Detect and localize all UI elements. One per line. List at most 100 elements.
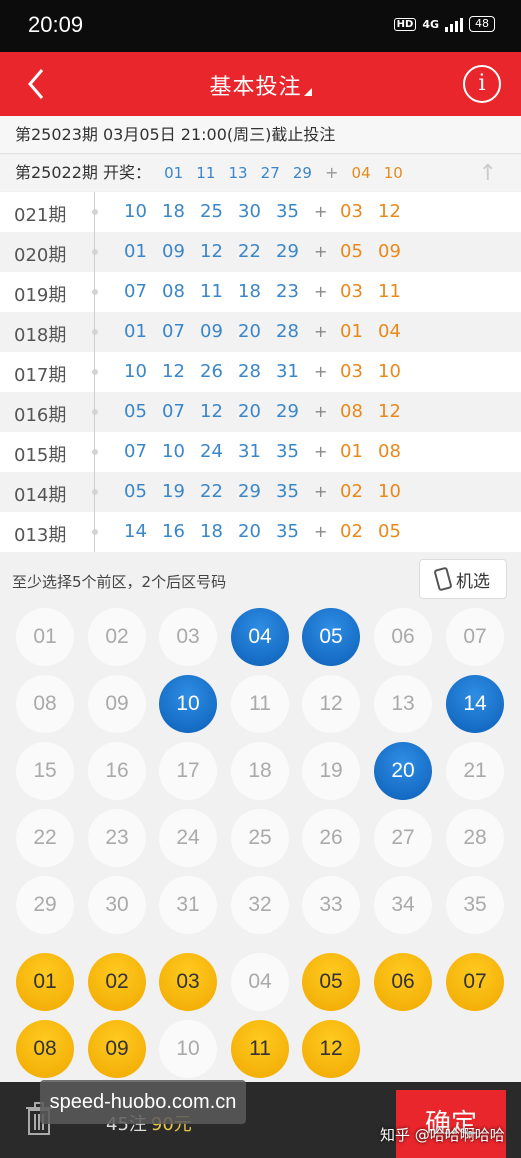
- back-number-ball[interactable]: 03: [159, 953, 217, 1011]
- history-back-number: 09: [378, 241, 401, 262]
- front-number-ball[interactable]: 15: [16, 742, 74, 800]
- back-number-ball[interactable]: 09: [88, 1020, 146, 1078]
- back-number-ball[interactable]: 06: [374, 953, 432, 1011]
- timeline-dot: [92, 489, 98, 495]
- history-front-number: 23: [276, 281, 299, 302]
- history-front-number: 10: [124, 361, 147, 382]
- back-number-ball[interactable]: 02: [88, 953, 146, 1011]
- front-number-ball[interactable]: 08: [16, 675, 74, 733]
- history-back-number: 02: [340, 481, 363, 502]
- history-front-number: 12: [200, 241, 223, 262]
- front-number-ball[interactable]: 31: [159, 876, 217, 934]
- history-front-number: 29: [276, 241, 299, 262]
- page-title[interactable]: 基本投注: [0, 69, 521, 101]
- front-number-ball[interactable]: 33: [302, 876, 360, 934]
- history-front-number: 20: [238, 401, 261, 422]
- back-number-ball[interactable]: 01: [16, 953, 74, 1011]
- history-front-number: 24: [200, 441, 223, 462]
- front-number-ball[interactable]: 11: [231, 675, 289, 733]
- front-number-ball[interactable]: 27: [374, 809, 432, 867]
- front-number-ball[interactable]: 01: [16, 608, 74, 666]
- history-front-number: 05: [124, 401, 147, 422]
- history-row: 014期 05 19 22 29 35 +02 10: [0, 472, 521, 512]
- history-back-number: 02: [340, 521, 363, 542]
- front-number-ball[interactable]: 16: [88, 742, 146, 800]
- front-number-ball[interactable]: 02: [88, 608, 146, 666]
- front-number-ball[interactable]: 25: [231, 809, 289, 867]
- info-icon[interactable]: i: [463, 65, 501, 103]
- history-row: 015期 07 10 24 31 35 +01 08: [0, 432, 521, 472]
- last-draw-result: 第25022期 开奖： 01 11 13 27 29 + 04 10: [0, 155, 521, 191]
- timeline-dot: [92, 449, 98, 455]
- timeline-dot: [92, 209, 98, 215]
- timeline-dot: [92, 249, 98, 255]
- front-number-ball[interactable]: 13: [374, 675, 432, 733]
- front-number-ball[interactable]: 05: [302, 608, 360, 666]
- front-number-ball[interactable]: 17: [159, 742, 217, 800]
- history-back-number: 01: [340, 441, 363, 462]
- site-watermark: speed-huobo.com.cn: [40, 1080, 246, 1124]
- history-back-number: 10: [378, 481, 401, 502]
- back-number-ball[interactable]: 08: [16, 1020, 74, 1078]
- front-number-ball[interactable]: 04: [231, 608, 289, 666]
- front-number-ball[interactable]: 10: [159, 675, 217, 733]
- front-number-ball[interactable]: 03: [159, 608, 217, 666]
- signal-icon: [445, 16, 463, 32]
- back-number-ball[interactable]: 04: [231, 953, 289, 1011]
- front-number-ball[interactable]: 28: [446, 809, 504, 867]
- hd-icon: HD: [393, 17, 417, 31]
- back-number-ball[interactable]: 05: [302, 953, 360, 1011]
- front-number-ball[interactable]: 22: [16, 809, 74, 867]
- back-number-ball[interactable]: 12: [302, 1020, 360, 1078]
- history-back-number: 03: [340, 361, 363, 382]
- title-bar: 基本投注 i: [0, 52, 521, 116]
- collapse-arrow-icon[interactable]: ↑: [479, 161, 497, 186]
- history-issue: 021期: [14, 205, 67, 226]
- history-issue: 017期: [14, 365, 67, 386]
- status-time: 20:09: [28, 12, 84, 37]
- front-number-ball[interactable]: 12: [302, 675, 360, 733]
- selection-hint: 至少选择5个前区，2个后区号码: [12, 573, 227, 591]
- history-issue: 016期: [14, 405, 67, 426]
- history-front-number: 35: [276, 521, 299, 542]
- history-front-number: 18: [162, 201, 185, 222]
- shake-phone-icon: [433, 566, 453, 592]
- front-number-ball[interactable]: 23: [88, 809, 146, 867]
- front-number-ball[interactable]: 32: [231, 876, 289, 934]
- front-number-ball[interactable]: 19: [302, 742, 360, 800]
- front-number-ball[interactable]: 20: [374, 742, 432, 800]
- back-number-ball[interactable]: 07: [446, 953, 504, 1011]
- history-numbers: 07 10 24 31 35 +01 08: [124, 441, 416, 462]
- history-back-number: 04: [378, 321, 401, 342]
- history-back-number: 03: [340, 281, 363, 302]
- history-row: 019期 07 08 11 18 23 +03 11: [0, 272, 521, 312]
- front-number-ball[interactable]: 14: [446, 675, 504, 733]
- front-number-ball[interactable]: 35: [446, 876, 504, 934]
- history-front-number: 11: [200, 281, 223, 302]
- front-number-ball[interactable]: 24: [159, 809, 217, 867]
- plus-sign: +: [314, 322, 328, 341]
- back-number-ball[interactable]: 11: [231, 1020, 289, 1078]
- front-number-ball[interactable]: 34: [374, 876, 432, 934]
- history-numbers: 10 18 25 30 35 +03 12: [124, 201, 416, 222]
- history-front-number: 31: [276, 361, 299, 382]
- front-number-ball[interactable]: 18: [231, 742, 289, 800]
- last-draw-label: 第25022期 开奖：: [15, 163, 151, 182]
- front-number-ball[interactable]: 30: [88, 876, 146, 934]
- status-bar: 20:09 HD 4G 48: [0, 0, 521, 52]
- history-back-number: 01: [340, 321, 363, 342]
- back-number-ball[interactable]: 10: [159, 1020, 217, 1078]
- front-number-ball[interactable]: 06: [374, 608, 432, 666]
- front-number-ball[interactable]: 29: [16, 876, 74, 934]
- history-back-number: 05: [340, 241, 363, 262]
- history-back-number: 12: [378, 401, 401, 422]
- front-number-ball[interactable]: 09: [88, 675, 146, 733]
- random-pick-button[interactable]: 机选: [419, 559, 507, 599]
- history-front-number: 25: [200, 201, 223, 222]
- front-number-ball[interactable]: 26: [302, 809, 360, 867]
- front-number-ball[interactable]: 21: [446, 742, 504, 800]
- history-front-number: 16: [162, 521, 185, 542]
- history-row: 016期 05 07 12 20 29 +08 12: [0, 392, 521, 432]
- history-front-number: 20: [238, 521, 261, 542]
- front-number-ball[interactable]: 07: [446, 608, 504, 666]
